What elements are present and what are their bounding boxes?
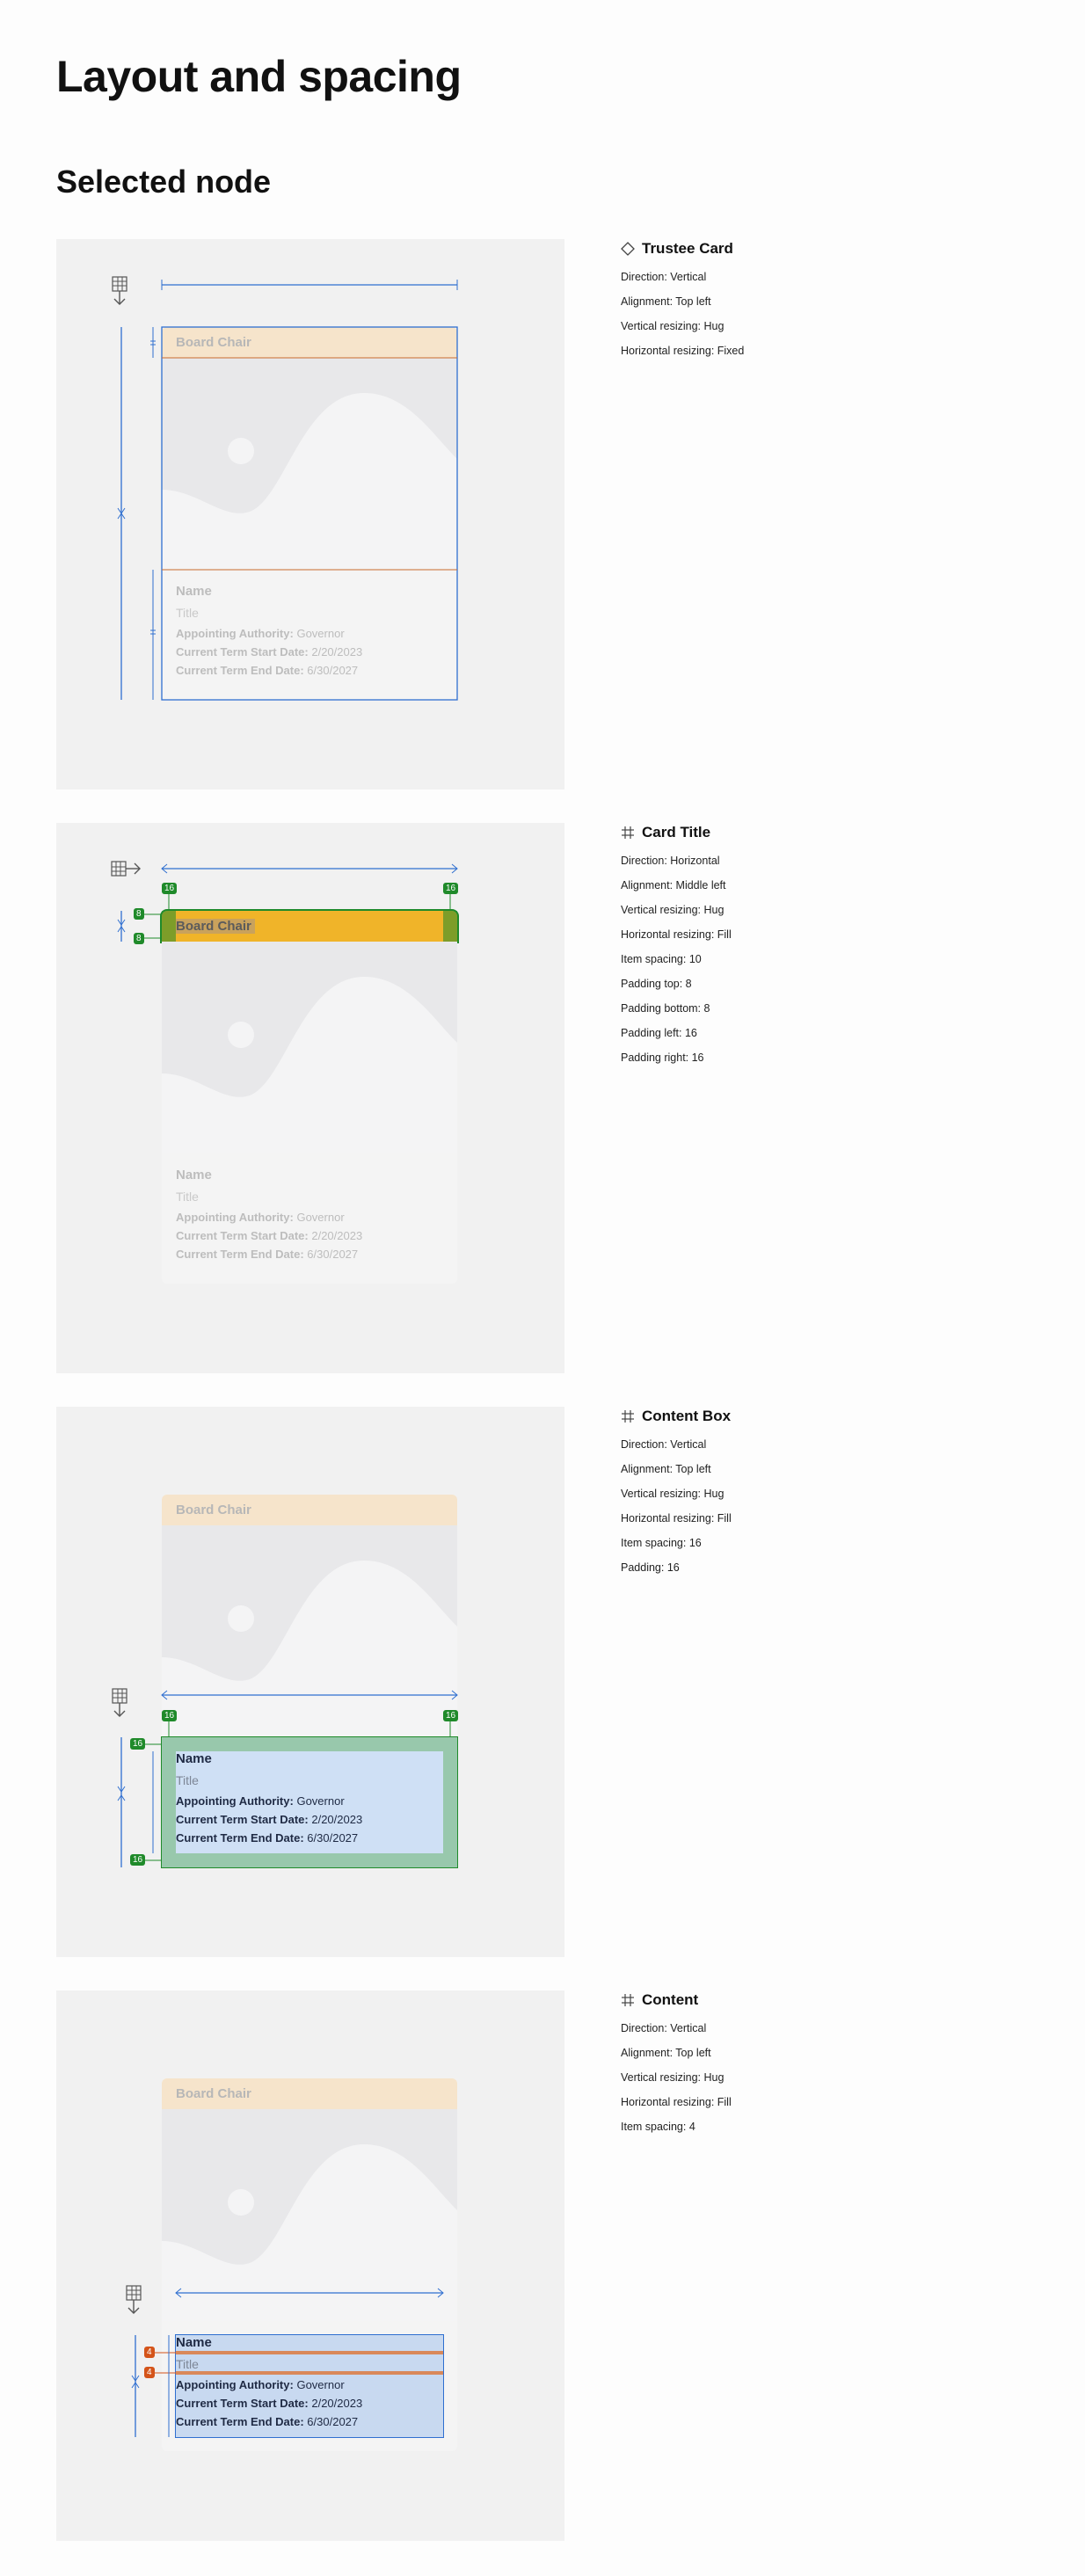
padding-top-tag: 8 (134, 908, 144, 920)
node-prop: Alignment: Top left (621, 2047, 711, 2059)
node-prop: Vertical resizing: Hug (621, 2071, 725, 2084)
node-name: Card Title (642, 824, 711, 840)
padding-bottom-tag: 8 (134, 933, 144, 944)
node-prop: Padding right: 16 (621, 1052, 704, 1064)
measurement-overlay (117, 863, 458, 942)
node-prop: Padding bottom: 8 (621, 1002, 710, 1015)
node-prop: Horizontal resizing: Fixed (621, 345, 745, 357)
padding-top-tag: 16 (130, 1738, 146, 1750)
node-prop: Alignment: Middle left (621, 879, 726, 891)
node-prop: Direction: Vertical (621, 271, 707, 283)
measurement-overlay (117, 280, 458, 701)
node-prop: Item spacing: 4 (621, 2121, 695, 2133)
measurement-overlay (117, 1690, 458, 1867)
item-spacing-tag: 4 (144, 2367, 155, 2378)
frame-icon (622, 826, 634, 839)
node-prop: Horizontal resizing: Fill (621, 1512, 732, 1524)
node-prop: Item spacing: 10 (621, 953, 702, 965)
node-prop: Vertical resizing: Hug (621, 904, 725, 916)
node-prop: Alignment: Top left (621, 295, 711, 308)
item-spacing-tag: 4 (144, 2347, 155, 2358)
node-info-content: Content Direction: Vertical Alignment: T… (621, 1990, 732, 2133)
node-info-trustee-card: Trustee Card Direction: Vertical Alignme… (621, 239, 744, 357)
node-prop: Padding: 16 (621, 1561, 680, 1574)
padding-right-tag: 16 (443, 1710, 459, 1721)
node-prop: Alignment: Top left (621, 1463, 711, 1475)
node-prop: Horizontal resizing: Fill (621, 928, 732, 941)
node-prop: Padding top: 8 (621, 978, 692, 990)
node-name: Content Box (642, 1408, 732, 1424)
node-name: Content (642, 1991, 699, 2008)
padding-bottom-tag: 16 (130, 1854, 146, 1866)
node-info-content-box: Content Box Direction: Vertical Alignmen… (621, 1407, 732, 1574)
component-icon (621, 242, 635, 256)
node-prop: Vertical resizing: Hug (621, 320, 725, 332)
node-prop: Direction: Vertical (621, 2022, 707, 2034)
panel-content-box: Board Chair Name Title Appointing Author… (56, 1407, 564, 1957)
node-prop: Padding left: 16 (621, 1027, 697, 1039)
padding-left-tag: 16 (162, 883, 178, 894)
node-name: Trustee Card (642, 240, 733, 257)
padding-right-tag: 16 (443, 883, 459, 894)
node-prop: Horizontal resizing: Fill (621, 2096, 732, 2108)
frame-icon (622, 1994, 634, 2006)
panel-card-title: Board Chair Name Title Appointing Author… (56, 823, 564, 1373)
measurement-overlay (131, 2288, 444, 2437)
panel-content: Board Chair Name Title Appointing Author… (56, 1990, 564, 2541)
padding-left-tag: 16 (162, 1710, 178, 1721)
node-info-card-title: Card Title Direction: Horizontal Alignme… (621, 823, 732, 1064)
panel-trustee-card: Board Chair Name Title Appointing Author… (56, 239, 564, 790)
section-title: Selected node (56, 164, 272, 200)
node-prop: Vertical resizing: Hug (621, 1488, 725, 1500)
frame-icon (622, 1410, 634, 1423)
page-title: Layout and spacing (56, 52, 462, 101)
node-prop: Direction: Vertical (621, 1438, 707, 1451)
node-prop: Item spacing: 16 (621, 1537, 702, 1549)
node-prop: Direction: Horizontal (621, 855, 720, 867)
